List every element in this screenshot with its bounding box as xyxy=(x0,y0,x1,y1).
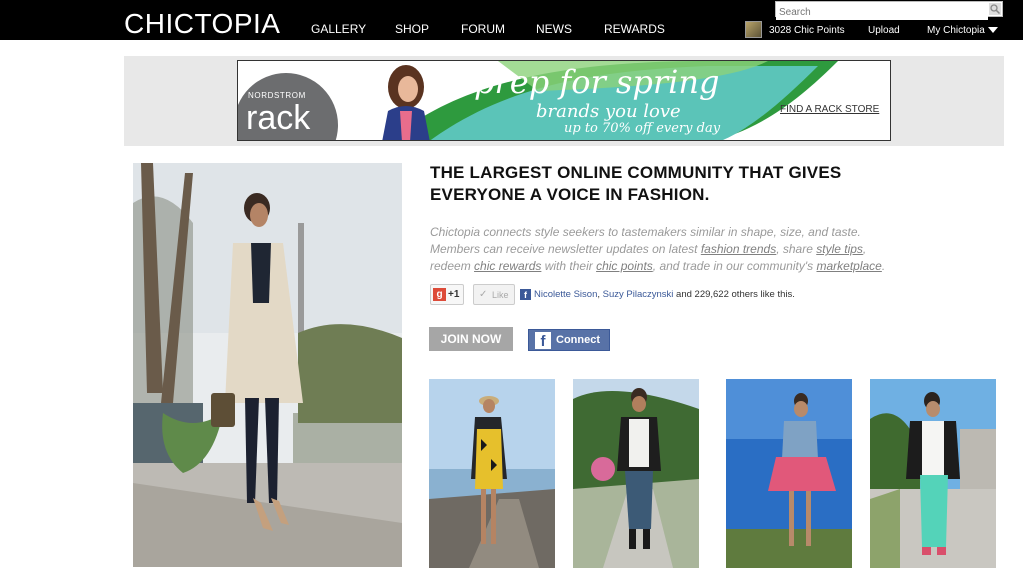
search-input[interactable] xyxy=(776,5,988,20)
nav-news[interactable]: NEWS xyxy=(536,22,572,36)
outfit-thumbnail[interactable] xyxy=(726,379,852,568)
nav-rewards[interactable]: REWARDS xyxy=(604,22,665,36)
join-now-button[interactable]: JOIN NOW xyxy=(429,327,513,351)
my-chictopia-menu[interactable]: My Chictopia xyxy=(927,25,985,36)
like-label: Like xyxy=(492,290,509,300)
desc-text: redeem xyxy=(430,259,475,273)
hero-fashion-photo[interactable] xyxy=(133,163,402,567)
ad-subhead: brands you love xyxy=(536,101,681,122)
headline-line-1: THE LARGEST ONLINE COMMUNITY THAT GIVES xyxy=(430,163,842,182)
outfit-thumbnail[interactable] xyxy=(573,379,699,568)
nav-shop[interactable]: SHOP xyxy=(395,22,429,36)
avatar[interactable] xyxy=(745,21,762,38)
chic-rewards-link[interactable]: chic rewards xyxy=(474,259,541,273)
desc-line-1: Chictopia connects style seekers to tast… xyxy=(430,225,861,239)
facebook-like-button[interactable]: ✓ Like xyxy=(473,284,515,305)
google-plus-icon: g xyxy=(433,288,446,301)
ad-offer: up to 70% off every day xyxy=(564,121,721,136)
fashion-trends-link[interactable]: fashion trends xyxy=(701,242,776,256)
connect-label: Connect xyxy=(556,334,600,346)
desc-text: , xyxy=(862,242,867,256)
desc-text: . xyxy=(881,259,886,273)
chic-points-link[interactable]: chic points xyxy=(596,259,653,273)
check-icon: ✓ xyxy=(479,289,488,300)
chictopia-logo[interactable]: CHICTOPIA xyxy=(124,8,280,40)
marketplace-link[interactable]: marketplace xyxy=(816,259,881,273)
desc-text: Members can receive newsletter updates o… xyxy=(430,242,701,256)
chevron-down-icon[interactable] xyxy=(988,27,998,33)
chic-points[interactable]: 3028 Chic Points xyxy=(769,25,845,36)
friend-link[interactable]: Suzy Pilaczynski xyxy=(603,289,674,300)
nordstrom-rack-ad[interactable]: NORDSTROM rack prep for spring brands yo… xyxy=(237,60,891,141)
page-headline: THE LARGEST ONLINE COMMUNITY THAT GIVES … xyxy=(430,162,930,206)
nav-gallery[interactable]: GALLERY xyxy=(311,22,366,36)
like-summary: Nicolette Sison, Suzy Pilaczynski and 22… xyxy=(534,289,795,300)
google-plus-button[interactable]: g +1 xyxy=(430,284,464,305)
top-bar: CHICTOPIA GALLERY SHOP FORUM NEWS REWARD… xyxy=(0,0,1023,40)
upload-link[interactable]: Upload xyxy=(868,25,900,36)
style-tips-link[interactable]: style tips xyxy=(816,242,863,256)
search-box xyxy=(775,1,1003,20)
ad-brand-big: rack xyxy=(246,99,311,137)
google-plus-label: +1 xyxy=(448,289,460,300)
like-count-text: and 229,622 others like this. xyxy=(673,289,795,300)
nav-forum[interactable]: FORUM xyxy=(461,22,505,36)
search-icon[interactable] xyxy=(989,3,1001,15)
ad-headline: prep for spring xyxy=(474,63,720,101)
facebook-icon: f xyxy=(535,332,551,350)
desc-line-2: Members can receive newsletter updates o… xyxy=(430,241,950,258)
find-rack-store-link[interactable]: FIND A RACK STORE xyxy=(780,104,879,115)
facebook-connect-button[interactable]: f Connect xyxy=(528,329,610,351)
desc-line-3: redeem chic rewards with their chic poin… xyxy=(430,258,950,275)
facebook-icon: f xyxy=(520,289,531,300)
outfit-thumbnail[interactable] xyxy=(870,379,996,568)
friend-link[interactable]: Nicolette Sison xyxy=(534,289,597,300)
desc-text: with their xyxy=(541,259,597,273)
outfit-thumbnail[interactable] xyxy=(429,379,555,568)
desc-text: , and trade in our community's xyxy=(652,259,817,273)
desc-text: , share xyxy=(776,242,817,256)
ad-model-image xyxy=(382,65,430,140)
intro-description: Chictopia connects style seekers to tast… xyxy=(430,224,950,275)
headline-line-2: EVERYONE A VOICE IN FASHION. xyxy=(430,185,710,204)
